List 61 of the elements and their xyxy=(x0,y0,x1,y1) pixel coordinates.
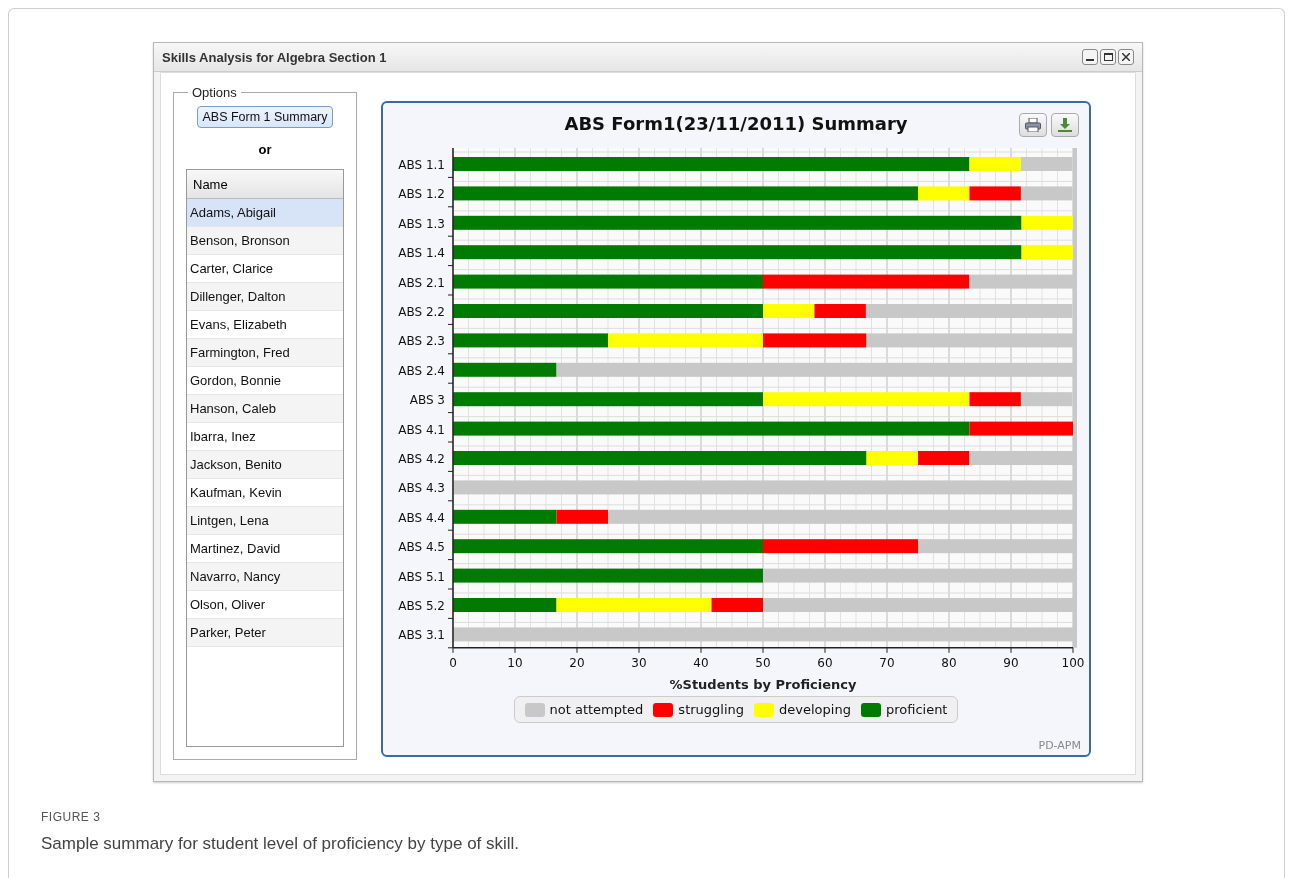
category-label: ABS 2.3 xyxy=(398,334,445,349)
printer-icon xyxy=(1025,118,1041,132)
legend-label: not attempted xyxy=(549,702,644,717)
tick-label: 20 xyxy=(569,655,585,670)
student-row[interactable]: Farmington, Fred xyxy=(187,339,343,367)
category-label: ABS 2.4 xyxy=(398,363,445,378)
tick-label: 30 xyxy=(631,655,647,670)
student-row[interactable]: Parker, Peter xyxy=(187,619,343,647)
window-title: Skills Analysis for Algebra Section 1 xyxy=(162,49,387,65)
category-label: ABS 5.2 xyxy=(398,599,445,613)
student-row[interactable]: Jackson, Benito xyxy=(187,451,343,479)
legend-label: proficient xyxy=(885,702,948,717)
axis-title: %Students by Proficiency xyxy=(669,676,857,692)
category-label: ABS 5.1 xyxy=(398,569,445,584)
category-label: ABS 4.2 xyxy=(398,452,445,466)
student-row[interactable]: Benson, Bronson xyxy=(187,227,343,255)
category-label: ABS 2.2 xyxy=(398,305,445,319)
chart-credit: PD-APM xyxy=(1038,739,1081,752)
category-label: ABS 1.4 xyxy=(398,246,445,261)
category-label: ABS 4.5 xyxy=(398,540,445,555)
bar-segment xyxy=(969,186,1021,201)
download-icon xyxy=(1058,118,1072,132)
tick-label: 40 xyxy=(693,655,709,670)
student-row[interactable]: Dillenger, Dalton xyxy=(187,283,343,311)
category-label: ABS 1.1 xyxy=(398,158,445,172)
tick-label: 0 xyxy=(449,655,457,670)
column-header[interactable]: Name xyxy=(187,170,343,199)
legend-label: developing xyxy=(779,702,851,717)
student-row[interactable]: Navarro, Nancy xyxy=(187,563,343,591)
close-icon xyxy=(1122,53,1130,61)
legend-label: struggling xyxy=(678,702,745,717)
tick-label: 10 xyxy=(507,655,523,670)
student-row[interactable]: Lintgen, Lena xyxy=(187,507,343,535)
maximize-button[interactable] xyxy=(1100,49,1116,65)
chart-title: ABS Form1(23/11/2011) Summary xyxy=(564,113,908,134)
figure-caption: Sample summary for student level of proficiency by type of skill. xyxy=(41,834,521,854)
category-label: ABS 4.3 xyxy=(398,481,445,496)
student-row[interactable]: Adams, Abigail xyxy=(187,199,343,227)
category-label: ABS 4.1 xyxy=(398,422,445,437)
tick-label: 90 xyxy=(1003,655,1019,670)
student-row[interactable]: Hanson, Caleb xyxy=(187,395,343,423)
category-label: ABS 1.2 xyxy=(398,187,445,202)
tick-label: 100 xyxy=(1061,655,1085,670)
tick-label: 60 xyxy=(817,655,833,670)
category-label: ABS 1.3 xyxy=(398,216,445,231)
summary-button[interactable]: ABS Form 1 Summary xyxy=(197,106,333,128)
figure-label: FIGURE 3 xyxy=(41,810,102,824)
close-button[interactable] xyxy=(1118,49,1134,65)
category-label: ABS 4.4 xyxy=(398,510,445,525)
tick-label: 70 xyxy=(879,655,895,670)
group-label: Options xyxy=(191,85,238,100)
separator-text: or xyxy=(258,142,272,157)
minimize-button[interactable] xyxy=(1082,49,1098,65)
maximize-icon xyxy=(1103,53,1113,61)
tick-label: 80 xyxy=(941,655,957,670)
category-label: ABS 3 xyxy=(409,393,445,408)
print-button[interactable] xyxy=(1019,113,1047,137)
download-button[interactable] xyxy=(1051,113,1079,137)
category-label: ABS 3.1 xyxy=(398,628,445,643)
tick-label: 50 xyxy=(755,655,771,670)
category-label: ABS 2.1 xyxy=(398,275,445,290)
